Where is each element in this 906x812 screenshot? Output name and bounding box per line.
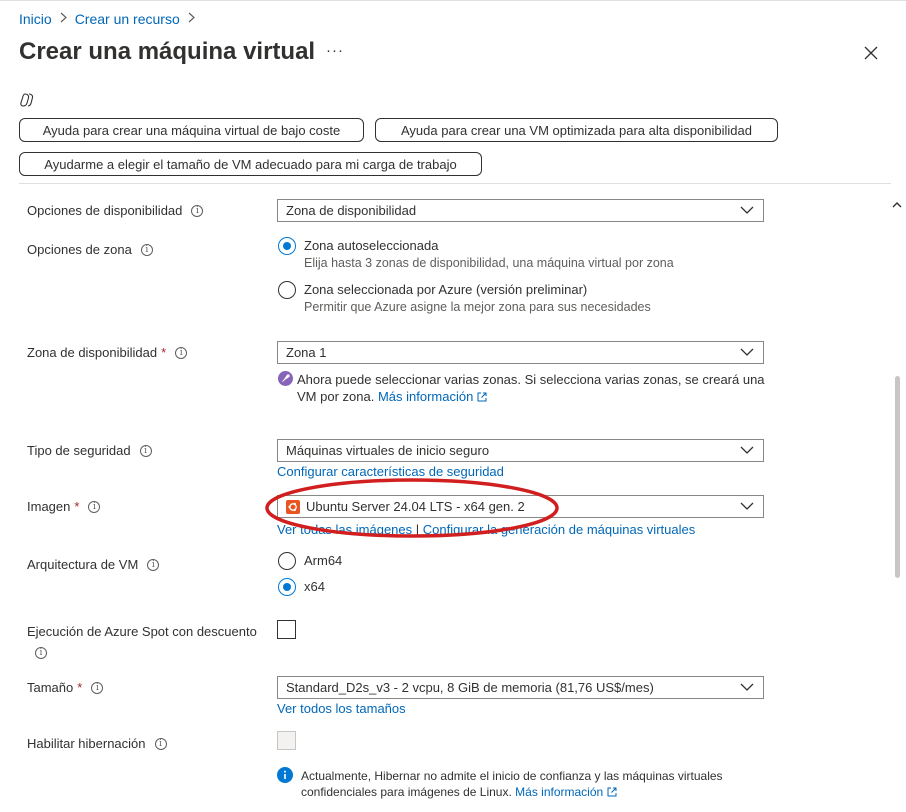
radio-azure-zone-description: Permitir que Azure asigne la mejor zona … <box>304 300 651 314</box>
spot-label: Ejecución de Azure Spot con descuento i <box>27 624 257 659</box>
page-title: Crear una máquina virtual <box>19 38 316 65</box>
breadcrumb-home[interactable]: Inicio <box>19 11 52 27</box>
hibernation-text: Habilitar hibernación <box>27 736 146 751</box>
availability-options-text: Opciones de disponibilidad <box>27 203 183 218</box>
learn-more-text: Más información <box>377 389 474 404</box>
required-marker: * <box>77 680 83 695</box>
radio-auto-zone[interactable]: Zona autoseleccionada Elija hasta 3 zona… <box>278 237 674 272</box>
availability-options-label: Opciones de disponibilidad i <box>27 203 204 218</box>
availability-zone-select[interactable]: Zona 1 <box>277 341 764 364</box>
chevron-up-icon[interactable] <box>892 198 902 208</box>
radio-indicator[interactable] <box>278 237 296 255</box>
radio-indicator[interactable] <box>278 281 296 299</box>
radio-indicator[interactable] <box>278 552 296 570</box>
vm-architecture-label: Arquitectura de VM i <box>27 557 160 572</box>
rocket-icon <box>278 371 293 386</box>
configure-security-link[interactable]: Configurar características de seguridad <box>277 464 504 479</box>
size-select[interactable]: Standard_D2s_v3 - 2 vcpu, 8 GiB de memor… <box>277 676 764 699</box>
external-link-icon <box>607 787 617 797</box>
breadcrumb: Inicio Crear un recurso <box>19 11 203 27</box>
availability-options-value: Zona de disponibilidad <box>286 203 417 218</box>
info-icon[interactable]: i <box>140 243 153 256</box>
zone-options-text: Opciones de zona <box>27 242 132 257</box>
hibernation-note-text: Actualmente, Hibernar no admite el inici… <box>301 769 723 799</box>
help-low-cost-button[interactable]: Ayuda para crear una máquina virtual de … <box>19 118 364 142</box>
info-icon[interactable]: i <box>139 444 152 457</box>
availability-options-select[interactable]: Zona de disponibilidad <box>277 199 764 222</box>
spot-checkbox[interactable] <box>277 620 296 639</box>
security-type-text: Tipo de seguridad <box>27 443 131 458</box>
radio-auto-zone-description: Elija hasta 3 zonas de disponibilidad, u… <box>304 256 674 270</box>
info-filled-icon <box>277 767 293 783</box>
required-marker: * <box>161 345 167 360</box>
chevron-down-icon <box>740 206 754 214</box>
close-icon[interactable] <box>860 42 882 64</box>
info-icon[interactable]: i <box>154 737 167 750</box>
ubuntu-icon <box>286 499 300 514</box>
hibernation-label: Habilitar hibernación i <box>27 736 167 751</box>
size-label: Tamaño * i <box>27 680 104 695</box>
availability-zone-label: Zona de disponibilidad * i <box>27 345 188 360</box>
hibernation-learn-more-link[interactable]: Más información <box>515 785 617 799</box>
help-vm-size-button[interactable]: Ayudarme a elegir el tamaño de VM adecua… <box>19 152 482 176</box>
image-label: Imagen * i <box>27 499 101 514</box>
security-type-value: Máquinas virtuales de inicio seguro <box>286 443 490 458</box>
availability-zone-value: Zona 1 <box>286 345 327 360</box>
availability-zone-learn-more-link[interactable]: Más información <box>378 389 487 404</box>
chevron-down-icon <box>740 502 754 510</box>
link-separator: | <box>415 522 420 537</box>
breadcrumb-create-resource[interactable]: Crear un recurso <box>75 11 180 27</box>
chevron-down-icon <box>740 348 754 356</box>
security-type-select[interactable]: Máquinas virtuales de inicio seguro <box>277 439 764 462</box>
top-border <box>0 0 906 1</box>
security-type-label: Tipo de seguridad i <box>27 443 152 458</box>
spot-text: Ejecución de Azure Spot con descuento <box>27 624 257 639</box>
configure-vm-generation-link[interactable]: Configurar la generación de máquinas vir… <box>423 522 695 537</box>
radio-arm64[interactable]: Arm64 <box>278 552 342 570</box>
availability-zone-text: Zona de disponibilidad <box>27 345 158 360</box>
image-links: Ver todas las imágenes | Configurar la g… <box>277 522 695 537</box>
chevron-right-icon <box>188 12 195 26</box>
info-icon[interactable]: i <box>191 204 204 217</box>
size-text: Tamaño <box>27 680 74 695</box>
availability-zone-note-text: Ahora puede seleccionar varias zonas. Si… <box>297 372 765 404</box>
info-icon[interactable]: i <box>175 346 188 359</box>
copilot-icon[interactable] <box>19 92 35 108</box>
vm-architecture-text: Arquitectura de VM <box>27 557 139 572</box>
radio-arm64-label: Arm64 <box>304 553 343 568</box>
hibernation-note: Actualmente, Hibernar no admite el inici… <box>301 768 741 800</box>
more-icon[interactable]: ··· <box>326 42 344 59</box>
size-value: Standard_D2s_v3 - 2 vcpu, 8 GiB de memor… <box>286 680 654 695</box>
info-icon[interactable]: i <box>91 681 104 694</box>
external-link-icon <box>477 392 487 402</box>
chevron-down-icon <box>740 446 754 454</box>
radio-x64-label: x64 <box>304 579 325 594</box>
availability-zone-note: Ahora puede seleccionar varias zonas. Si… <box>297 371 777 405</box>
zone-options-label: Opciones de zona i <box>27 242 153 257</box>
radio-x64[interactable]: x64 <box>278 578 325 596</box>
radio-indicator[interactable] <box>278 578 296 596</box>
chevron-right-icon <box>60 12 67 26</box>
help-high-availability-button[interactable]: Ayuda para crear una VM optimizada para … <box>375 118 778 142</box>
info-icon[interactable]: i <box>35 647 47 659</box>
learn-more-text: Más información <box>515 785 604 799</box>
view-all-images-link[interactable]: Ver todas las imágenes <box>277 522 412 537</box>
image-select[interactable]: Ubuntu Server 24.04 LTS - x64 gen. 2 <box>277 495 764 518</box>
scrollbar-thumb[interactable] <box>895 376 900 578</box>
image-text: Imagen <box>27 499 71 514</box>
image-value: Ubuntu Server 24.04 LTS - x64 gen. 2 <box>306 499 525 514</box>
radio-auto-zone-label: Zona autoseleccionada <box>304 238 439 253</box>
info-icon[interactable]: i <box>147 558 160 571</box>
view-all-sizes-link[interactable]: Ver todos los tamaños <box>277 701 406 716</box>
section-divider <box>19 183 891 184</box>
info-icon[interactable]: i <box>88 500 101 513</box>
radio-azure-zone-label: Zona seleccionada por Azure (versión pre… <box>304 282 588 297</box>
hibernation-checkbox <box>277 731 296 750</box>
radio-azure-zone[interactable]: Zona seleccionada por Azure (versión pre… <box>278 281 651 316</box>
chevron-down-icon <box>740 683 754 691</box>
required-marker: * <box>74 499 80 514</box>
